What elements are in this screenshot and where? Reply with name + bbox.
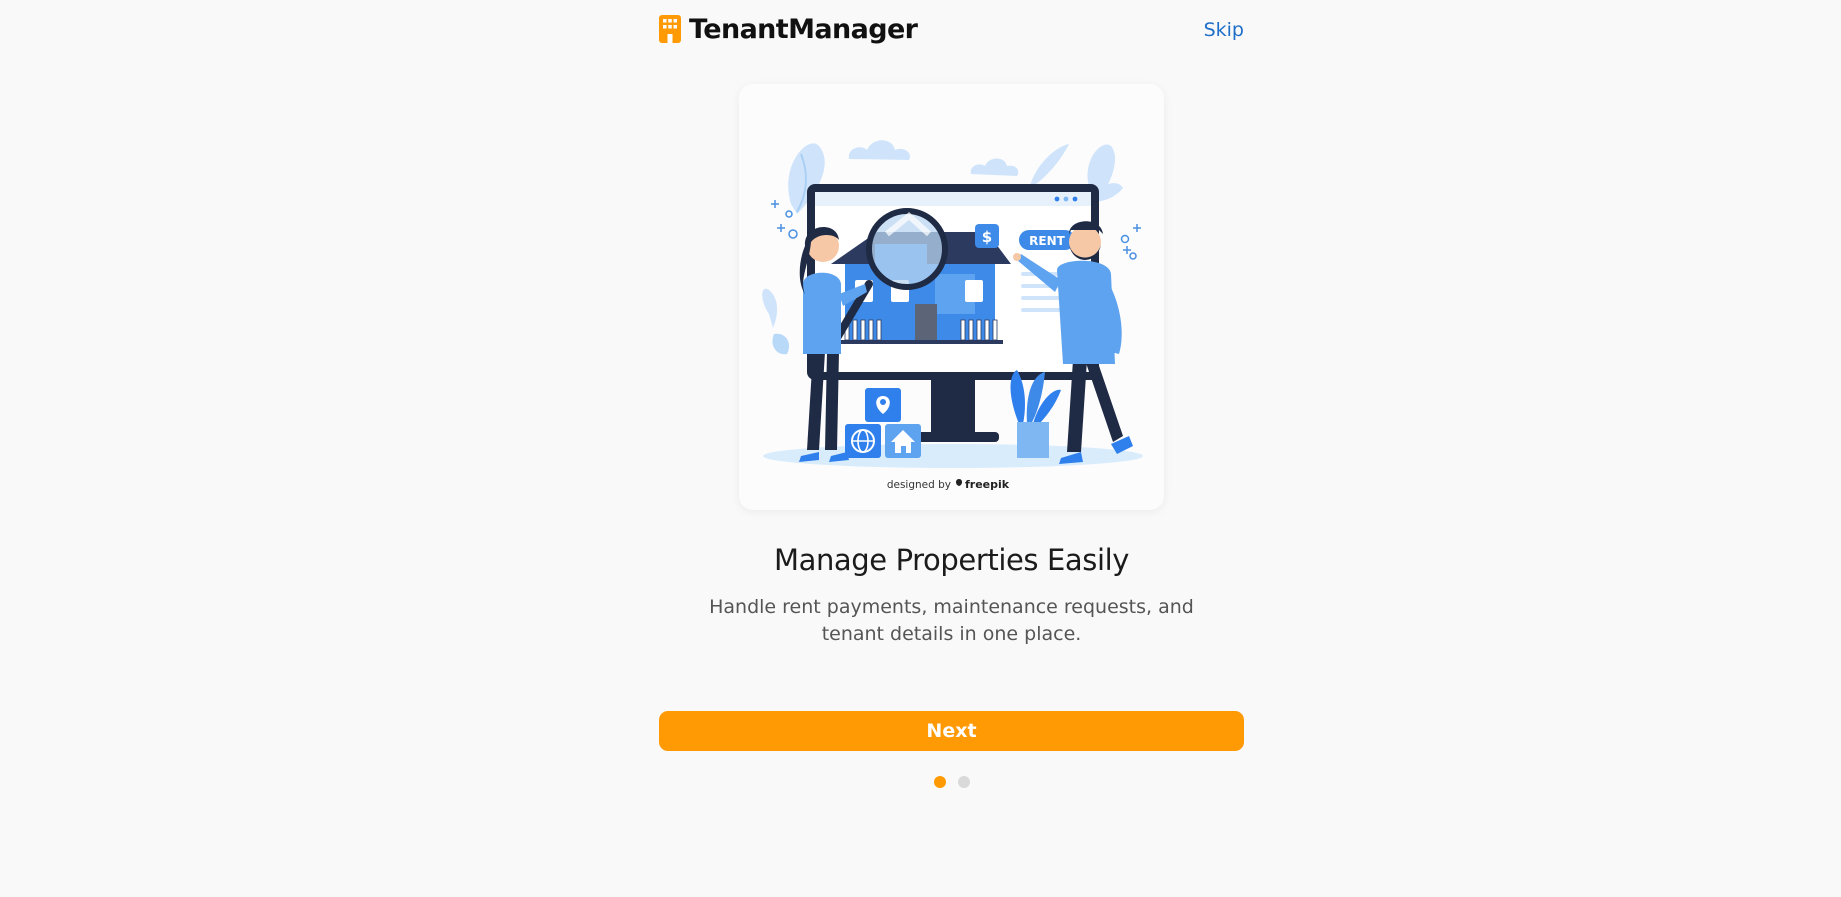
cloud-icon	[848, 140, 1019, 176]
credit-brand: freepik	[965, 478, 1010, 491]
slide-description: Handle rent payments, maintenance reques…	[709, 596, 1194, 645]
pagination-dot[interactable]	[957, 776, 970, 788]
globe-icon	[845, 424, 881, 458]
location-pin-icon	[865, 388, 901, 422]
app-title: TenantManager	[689, 14, 918, 45]
property-search-illustration: $ RENT designed by freepik	[762, 140, 1143, 491]
credit-prefix: designed by	[887, 479, 951, 491]
price-tag-icon: $	[975, 224, 999, 248]
illustration-card: $ RENT designed by freepik	[739, 84, 1164, 510]
onboarding-column: TenantManager Skip $ RENT designed by fr…	[659, 0, 1244, 897]
building-icon	[659, 15, 681, 43]
freepik-logo-icon	[956, 479, 962, 486]
slide-title: Manage Properties Easily	[773, 543, 1130, 577]
leaf-small-left-icon	[762, 288, 790, 355]
header: TenantManager Skip	[659, 12, 1244, 48]
skip-link[interactable]: Skip	[1204, 18, 1244, 42]
rent-tag-label: RENT	[1029, 234, 1065, 248]
plant-icon	[1010, 370, 1061, 458]
pagination-dot-active[interactable]	[933, 776, 946, 788]
onboarding-screen: TenantManager Skip $ RENT designed by fr…	[0, 0, 1841, 897]
pagination-dots	[659, 776, 1244, 788]
home-icon	[885, 424, 921, 458]
price-symbol: $	[982, 228, 992, 246]
rent-tag: RENT	[1019, 230, 1075, 250]
next-button[interactable]: Next	[659, 711, 1244, 751]
